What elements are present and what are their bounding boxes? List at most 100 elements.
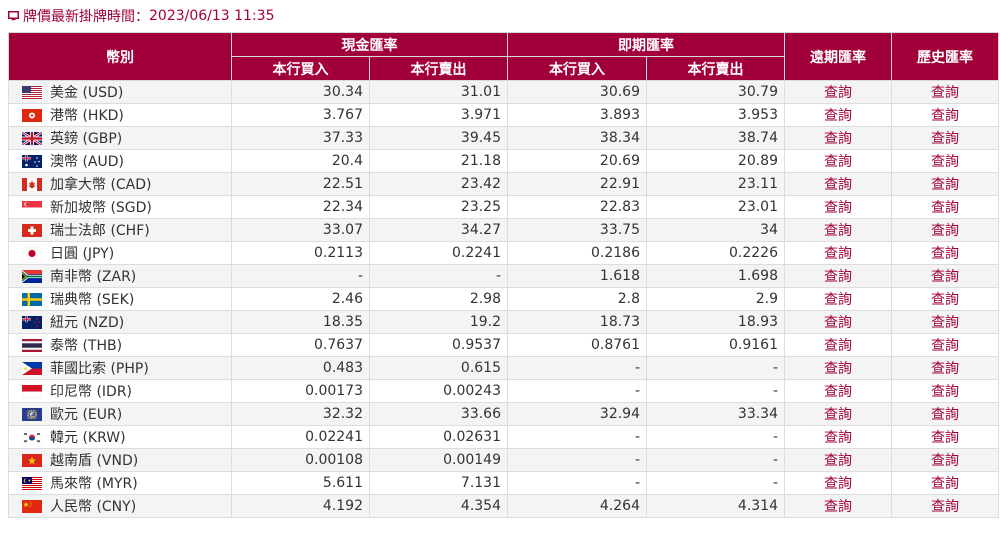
spot-sell-rate: 0.2226	[646, 241, 785, 265]
spot-sell-rate: -	[646, 379, 785, 403]
forward-rate-query-link[interactable]: 查詢	[784, 172, 892, 196]
forward-rate-query-link[interactable]: 查詢	[784, 126, 892, 150]
currency-name: 韓元 (KRW)	[50, 430, 126, 446]
currency-cell: 加拿大幣 (CAD)	[8, 172, 232, 196]
spot-buy-rate: 32.94	[507, 402, 647, 426]
history-rate-query-link[interactable]: 查詢	[891, 218, 999, 242]
currency-cell: 菲國比索 (PHP)	[8, 356, 232, 380]
cash-buy-rate: 0.2113	[231, 241, 370, 265]
cash-buy-rate: -	[231, 264, 370, 288]
currency-cell: 英鎊 (GBP)	[8, 126, 232, 150]
table-row: 美金 (USD) 30.34 31.01 30.69 30.79 查詢 查詢	[8, 80, 999, 104]
cash-buy-rate: 33.07	[231, 218, 370, 242]
forward-rate-query-link[interactable]: 查詢	[784, 471, 892, 495]
table-row: 英鎊 (GBP) 37.33 39.45 38.34 38.74 查詢 查詢	[8, 126, 999, 150]
forward-rate-query-link[interactable]: 查詢	[784, 241, 892, 265]
header-spot-rate: 即期匯率	[507, 32, 785, 57]
monitor-icon	[8, 10, 19, 22]
singapore-flag-icon	[22, 200, 42, 214]
forward-rate-query-link[interactable]: 查詢	[784, 402, 892, 426]
currency-cell: 瑞典幣 (SEK)	[8, 287, 232, 311]
indonesia-flag-icon	[22, 384, 42, 398]
history-rate-query-link[interactable]: 查詢	[891, 172, 999, 196]
forward-rate-query-link[interactable]: 查詢	[784, 218, 892, 242]
history-rate-query-link[interactable]: 查詢	[891, 402, 999, 426]
table-row: 菲國比索 (PHP) 0.483 0.615- - 查詢 查詢	[8, 356, 999, 380]
history-rate-query-link[interactable]: 查詢	[891, 356, 999, 380]
cash-buy-rate: 2.46	[231, 287, 370, 311]
forward-rate-query-link[interactable]: 查詢	[784, 80, 892, 104]
southafrica-flag-icon	[22, 269, 42, 283]
spot-buy-rate: 33.75	[507, 218, 647, 242]
exchange-rate-table: 幣別 現金匯率 即期匯率 遠期匯率 歷史匯率 本行買入 本行賣出 本行買入 本行…	[8, 32, 999, 518]
history-rate-query-link[interactable]: 查詢	[891, 471, 999, 495]
forward-rate-query-link[interactable]: 查詢	[784, 149, 892, 173]
currency-cell: 瑞士法郎 (CHF)	[8, 218, 232, 242]
currency-name: 歐元 (EUR)	[50, 407, 123, 423]
spot-sell-rate: -	[646, 471, 785, 495]
spot-sell-rate: 23.01	[646, 195, 785, 219]
currency-name: 泰幣 (THB)	[50, 338, 123, 354]
cash-buy-rate: 0.02241	[231, 425, 370, 449]
forward-rate-query-link[interactable]: 查詢	[784, 195, 892, 219]
spot-buy-rate: -	[507, 425, 647, 449]
header-cash-rate: 現金匯率	[231, 32, 508, 57]
cash-sell-rate: 34.27	[369, 218, 508, 242]
forward-rate-query-link[interactable]: 查詢	[784, 448, 892, 472]
spot-buy-rate: -	[507, 448, 647, 472]
currency-cell: 新加坡幣 (SGD)	[8, 195, 232, 219]
history-rate-query-link[interactable]: 查詢	[891, 448, 999, 472]
spot-buy-rate: 22.91	[507, 172, 647, 196]
history-rate-query-link[interactable]: 查詢	[891, 494, 999, 518]
forward-rate-query-link[interactable]: 查詢	[784, 103, 892, 127]
history-rate-query-link[interactable]: 查詢	[891, 241, 999, 265]
cash-buy-rate: 18.35	[231, 310, 370, 334]
thailand-flag-icon	[22, 338, 42, 352]
cash-sell-rate: 39.45	[369, 126, 508, 150]
currency-cell: 泰幣 (THB)	[8, 333, 232, 357]
history-rate-query-link[interactable]: 查詢	[891, 80, 999, 104]
table-row: 澳幣 (AUD) 20.4 21.18 20.69 20.89 查詢 查詢	[8, 149, 999, 173]
history-rate-query-link[interactable]: 查詢	[891, 425, 999, 449]
history-rate-query-link[interactable]: 查詢	[891, 126, 999, 150]
table-row: 韓元 (KRW) 0.02241 0.02631- - 查詢 查詢	[8, 425, 999, 449]
spot-buy-rate: -	[507, 379, 647, 403]
history-rate-query-link[interactable]: 查詢	[891, 379, 999, 403]
history-rate-query-link[interactable]: 查詢	[891, 149, 999, 173]
spot-sell-rate: 3.953	[646, 103, 785, 127]
forward-rate-query-link[interactable]: 查詢	[784, 333, 892, 357]
forward-rate-query-link[interactable]: 查詢	[784, 356, 892, 380]
update-time-line: 牌價最新掛牌時間： 2023/06/13 11:35	[8, 6, 275, 26]
table-row: 泰幣 (THB) 0.7637 0.9537 0.8761 0.9161 查詢 查詢	[8, 333, 999, 357]
forward-rate-query-link[interactable]: 查詢	[784, 379, 892, 403]
header-forward-rate: 遠期匯率	[784, 32, 892, 81]
cash-sell-rate: 31.01	[369, 80, 508, 104]
spot-buy-rate: 4.264	[507, 494, 647, 518]
forward-rate-query-link[interactable]: 查詢	[784, 310, 892, 334]
spot-buy-rate: 0.8761	[507, 333, 647, 357]
table-row: 瑞士法郎 (CHF) 33.07 34.27 33.75 34 查詢 查詢	[8, 218, 999, 242]
currency-name: 澳幣 (AUD)	[50, 154, 124, 170]
history-rate-query-link[interactable]: 查詢	[891, 264, 999, 288]
spot-sell-rate: 23.11	[646, 172, 785, 196]
forward-rate-query-link[interactable]: 查詢	[784, 264, 892, 288]
history-rate-query-link[interactable]: 查詢	[891, 287, 999, 311]
forward-rate-query-link[interactable]: 查詢	[784, 425, 892, 449]
forward-rate-query-link[interactable]: 查詢	[784, 494, 892, 518]
cash-sell-rate: -	[369, 264, 508, 288]
history-rate-query-link[interactable]: 查詢	[891, 195, 999, 219]
spot-buy-rate: 20.69	[507, 149, 647, 173]
history-rate-query-link[interactable]: 查詢	[891, 310, 999, 334]
spot-sell-rate: 20.89	[646, 149, 785, 173]
currency-name: 港幣 (HKD)	[50, 108, 124, 124]
cash-buy-rate: 22.34	[231, 195, 370, 219]
currency-cell: € 歐元 (EUR)	[8, 402, 232, 426]
cash-sell-rate: 23.25	[369, 195, 508, 219]
spot-buy-rate: -	[507, 356, 647, 380]
history-rate-query-link[interactable]: 查詢	[891, 333, 999, 357]
table-row: 加拿大幣 (CAD) 22.51 23.42 22.91 23.11 查詢 查詢	[8, 172, 999, 196]
history-rate-query-link[interactable]: 查詢	[891, 103, 999, 127]
cash-sell-rate: 33.66	[369, 402, 508, 426]
cash-buy-rate: 0.7637	[231, 333, 370, 357]
forward-rate-query-link[interactable]: 查詢	[784, 287, 892, 311]
